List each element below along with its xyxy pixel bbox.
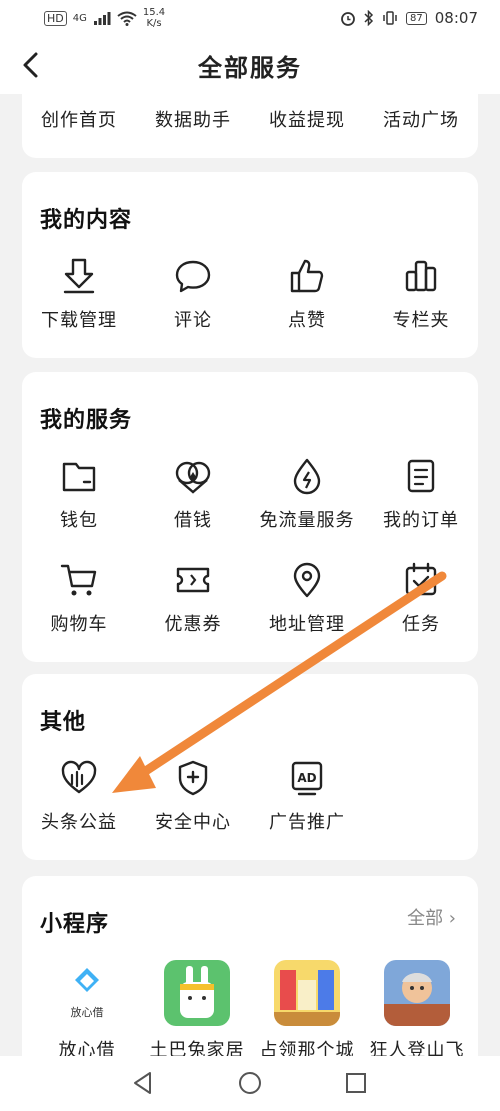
service-item-column-folder[interactable]: 专栏夹 (364, 256, 478, 332)
location-pin-icon (293, 562, 321, 598)
status-time: 08:07 (434, 9, 478, 27)
service-item-security-center[interactable]: 安全中心 (136, 758, 250, 834)
view-all-label: 全部 (407, 908, 444, 929)
svg-text:AD: AD (297, 771, 316, 785)
charity-heart-icon (61, 760, 97, 794)
service-item-creation-home[interactable]: 创作首页 (22, 106, 136, 132)
tubatu-logo (164, 960, 230, 1026)
service-item-address-management[interactable]: 地址管理 (250, 560, 364, 636)
alarm-icon (341, 12, 355, 26)
creator-tools-card: 创作首页 数据助手 收益提现 活动广场 (22, 94, 478, 158)
ad-icon: AD (291, 761, 323, 796)
view-all-link[interactable]: 全部 › (407, 904, 456, 930)
service-item-label: 钱包 (60, 510, 98, 531)
service-item-data-assistant[interactable]: 数据助手 (136, 106, 250, 132)
mini-program-zhanling[interactable]: 占领那个城 (250, 960, 364, 1062)
service-item-my-orders[interactable]: 我的订单 (364, 456, 478, 532)
fangxinjie-logo: 放心借 (54, 960, 120, 1026)
section-title: 我的内容 (40, 208, 133, 233)
section-title: 其他 (40, 710, 87, 735)
service-item-ad-promotion[interactable]: AD 广告推广 (250, 758, 364, 834)
wallet-icon (62, 462, 96, 492)
zhanling-game-icon (274, 960, 340, 1026)
service-item-label: 地址管理 (269, 614, 345, 635)
bluetooth-icon (364, 10, 374, 26)
thumbs-up-icon (290, 259, 324, 293)
page-title: 全部服务 (198, 53, 302, 82)
status-bar: HD 4G 15.4 K/s 87 08:07 (0, 0, 500, 36)
mini-program-tubatu[interactable]: 土巴兔家居 (140, 960, 254, 1062)
signal-icon (93, 12, 111, 25)
page-header: 全部服务 (0, 36, 500, 94)
comment-icon (175, 260, 211, 293)
mini-program-fangxinjie[interactable]: 放心借 放心借 (30, 960, 144, 1062)
nav-home-icon[interactable] (237, 1070, 263, 1096)
service-item-label: 点赞 (288, 310, 326, 331)
task-calendar-icon (405, 562, 437, 596)
my-services-card: 我的服务 钱包 借钱 免流量服务 我的订单 购物车 优惠券 地址管理 任务 (22, 372, 478, 662)
coupon-icon (176, 567, 210, 593)
service-item-label: 广告推广 (269, 812, 345, 833)
service-item-label: 头条公益 (41, 812, 117, 833)
section-title: 我的服务 (40, 408, 133, 433)
service-item-label: 评论 (174, 310, 212, 331)
hd-badge: HD (44, 10, 67, 26)
back-arrow-icon[interactable] (16, 48, 48, 82)
shield-icon (178, 760, 208, 796)
kuangren-game-icon (384, 960, 450, 1026)
my-content-card: 我的内容 下载管理 评论 点赞 专栏夹 (22, 172, 478, 358)
network-speed: 15.4 K/s (142, 7, 166, 29)
shopping-cart-icon (60, 564, 97, 596)
service-item-download-manager[interactable]: 下载管理 (22, 256, 136, 332)
service-item-earnings-withdraw[interactable]: 收益提现 (250, 106, 364, 132)
service-item-activity-plaza[interactable]: 活动广场 (364, 106, 478, 132)
service-item-tasks[interactable]: 任务 (364, 560, 478, 636)
column-folder-icon (405, 260, 437, 292)
wifi-icon (117, 11, 137, 26)
network-type: 4G (72, 12, 87, 24)
mini-programs-card: 小程序 全部 › 放心借 放心借 土巴兔家居 占领那个城 狂人登山飞 (22, 876, 478, 1076)
service-item-label: 安全中心 (155, 812, 231, 833)
service-item-free-data[interactable]: 免流量服务 (250, 456, 364, 532)
service-item-label: 免流量服务 (259, 510, 355, 531)
service-item-likes[interactable]: 点赞 (250, 256, 364, 332)
system-nav-bar (0, 1056, 500, 1111)
nav-recents-icon[interactable] (343, 1070, 369, 1096)
free-data-icon (293, 458, 321, 495)
nav-back-icon[interactable] (130, 1070, 156, 1096)
service-item-wallet[interactable]: 钱包 (22, 456, 136, 532)
download-icon (63, 258, 95, 294)
service-item-label: 专栏夹 (392, 310, 450, 331)
svg-text:放心借: 放心借 (71, 1005, 104, 1019)
service-item-coupons[interactable]: 优惠券 (136, 560, 250, 636)
service-item-label: 下载管理 (41, 310, 117, 331)
service-item-label: 优惠券 (164, 614, 222, 635)
service-item-label: 借钱 (174, 510, 212, 531)
mini-program-kuangren[interactable]: 狂人登山飞 (360, 960, 474, 1062)
service-item-toutiao-charity[interactable]: 头条公益 (22, 758, 136, 834)
service-item-borrow-money[interactable]: 借钱 (136, 456, 250, 532)
service-item-comments[interactable]: 评论 (136, 256, 250, 332)
service-item-label: 我的订单 (383, 510, 459, 531)
section-title: 小程序 (40, 912, 110, 937)
service-item-label: 任务 (402, 614, 440, 635)
borrow-money-icon (175, 461, 211, 494)
service-item-shopping-cart[interactable]: 购物车 (22, 560, 136, 636)
vibrate-icon (383, 11, 397, 25)
other-card: 其他 头条公益 安全中心 AD 广告推广 (22, 674, 478, 860)
battery-indicator: 87 (406, 11, 427, 25)
order-icon (407, 459, 435, 493)
service-item-label: 购物车 (50, 614, 108, 635)
